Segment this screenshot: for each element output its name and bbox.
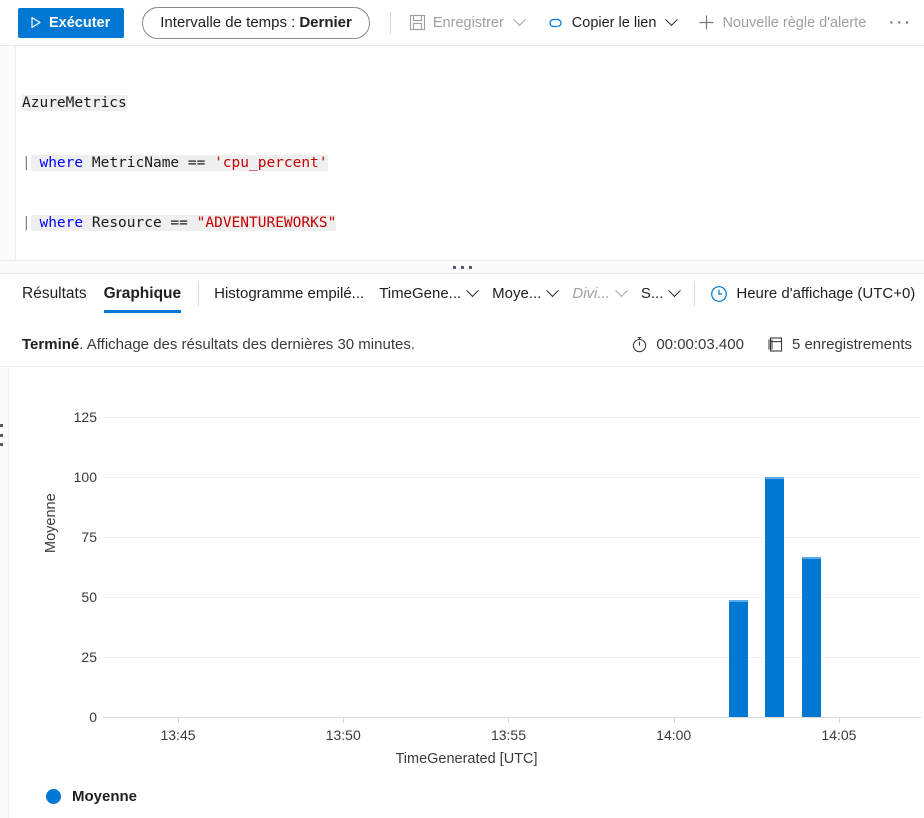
left-pane-resize-handle[interactable] <box>0 424 5 446</box>
legend-color-swatch <box>46 789 61 804</box>
status-detail: . Affichage des résultats des dernières … <box>79 335 415 353</box>
code-line-3: | where Resource == "ADVENTUREWORKS" <box>22 215 337 231</box>
x-axis-tick-label: 13:55 <box>490 727 526 743</box>
copy-link-label: Copier le lien <box>571 14 657 31</box>
more-commands-button[interactable]: ··· <box>882 13 917 32</box>
chart-bar[interactable] <box>802 556 822 717</box>
chevron-down-icon <box>546 284 560 298</box>
code-line-1: AzureMetrics <box>22 95 127 111</box>
run-query-label: Exécuter <box>49 14 111 31</box>
y-gridline <box>103 417 921 418</box>
clock-icon <box>710 285 728 303</box>
query-editor[interactable]: AzureMetrics | where MetricName == 'cpu_… <box>0 45 924 351</box>
chart-legend[interactable]: Moyenne <box>46 788 137 805</box>
y-axis-tick-label: 0 <box>89 709 97 725</box>
log-analytics-query-page: Exécuter Intervalle de temps : Dernier E… <box>0 0 924 818</box>
record-count-value: 5 enregistrements <box>791 335 912 353</box>
time-range-picker[interactable]: Intervalle de temps : Dernier <box>142 6 370 39</box>
time-range-prefix: Intervalle de temps : <box>160 14 296 31</box>
aggregation-selector[interactable]: S... <box>640 284 682 311</box>
chevron-down-icon <box>614 284 628 298</box>
query-status-bar: Terminé. Affichage des résultats des der… <box>0 322 924 366</box>
drag-dots-icon <box>452 265 472 269</box>
x-axis-tick-label: 14:00 <box>656 727 692 743</box>
y-axis-tick-label: 50 <box>81 589 97 605</box>
records-icon <box>767 336 784 353</box>
x-axis-title: TimeGenerated [UTC] <box>395 751 538 767</box>
y-axis-tick-label: 25 <box>81 649 97 665</box>
link-chain-icon <box>546 15 565 31</box>
status-state: Terminé <box>22 335 80 353</box>
y-gridline <box>103 597 921 598</box>
y-gridline <box>103 537 921 538</box>
tab-chart[interactable]: Graphique <box>103 284 181 313</box>
y-axis-tick-label: 125 <box>73 409 97 425</box>
y-axis-tick-label: 100 <box>73 469 97 485</box>
query-duration-value: 00:00:03.400 <box>656 335 744 353</box>
x-axis-tick-label: 13:45 <box>160 727 196 743</box>
x-axis-tick-label: 13:50 <box>325 727 361 743</box>
legend-label: Moyenne <box>72 788 138 805</box>
split-by-label: Divi... <box>572 285 610 302</box>
y-gridline <box>103 657 921 658</box>
chart-type-selector[interactable]: Histogramme empilé... <box>214 285 364 311</box>
chart-container: Moyenne TimeGenerated [UTC] 0 25 50 75 100 12… <box>9 367 924 782</box>
status-metrics: 00:00:03.400 5 enregistrements <box>617 322 912 366</box>
save-label: Enregistrer <box>432 14 504 31</box>
editor-results-splitter[interactable] <box>0 260 924 274</box>
chevron-down-icon <box>665 13 679 27</box>
plus-icon <box>698 14 715 31</box>
tabbar-divider-2 <box>694 281 696 306</box>
x-axis-selector[interactable]: TimeGene... <box>379 284 480 311</box>
command-toolbar: Exécuter Intervalle de temps : Dernier E… <box>0 0 924 45</box>
display-time-label: Heure d'affichage (UTC+0) <box>736 285 916 302</box>
y-gridline <box>103 717 921 718</box>
chart-plot[interactable]: Moyenne TimeGenerated [UTC] 0 25 50 75 100 12… <box>9 367 924 782</box>
split-by-selector[interactable]: Divi... <box>572 284 628 311</box>
y-axis-label: Moye... <box>492 285 542 302</box>
play-icon <box>29 16 42 29</box>
chevron-down-icon <box>512 13 526 27</box>
x-axis-tick-mark <box>838 717 840 723</box>
x-axis-tick-label: 14:05 <box>821 727 857 743</box>
query-duration: 00:00:03.400 <box>631 336 744 353</box>
run-query-button[interactable]: Exécuter <box>18 7 125 38</box>
x-axis-label: TimeGene... <box>379 285 462 302</box>
new-alert-rule-button[interactable]: Nouvelle règle d'alerte <box>694 10 870 35</box>
toolbar-divider <box>389 11 391 34</box>
status-message: Terminé. Affichage des résultats des der… <box>22 336 415 353</box>
time-range-value: Dernier <box>299 14 352 31</box>
record-count: 5 enregistrements <box>767 336 912 353</box>
code-line-2: | where MetricName == 'cpu_percent' <box>22 155 328 171</box>
chart-bar[interactable] <box>765 477 785 717</box>
new-alert-rule-label: Nouvelle règle d'alerte <box>722 14 867 31</box>
tab-results[interactable]: Résultats <box>22 284 87 313</box>
save-disk-icon <box>409 14 426 31</box>
chart-bar[interactable] <box>728 599 748 717</box>
x-axis-tick-mark <box>508 717 510 723</box>
tabbar-divider <box>198 281 200 306</box>
aggregation-label: S... <box>640 285 664 302</box>
editor-gutter <box>0 46 16 260</box>
display-time-button[interactable]: Heure d'affichage (UTC+0) <box>710 285 915 312</box>
chevron-down-icon <box>466 284 480 298</box>
copy-link-button[interactable]: Copier le lien <box>542 11 681 35</box>
chevron-down-icon <box>668 284 682 298</box>
x-axis-tick-mark <box>343 717 345 723</box>
save-button[interactable]: Enregistrer <box>405 10 528 35</box>
y-axis-selector[interactable]: Moye... <box>492 284 560 311</box>
results-tabbar: Résultats Graphique Histogramme empilé..… <box>0 274 924 322</box>
y-axis-tick-label: 75 <box>81 529 97 545</box>
x-axis-tick-mark <box>673 717 675 723</box>
chart-type-label: Histogramme empilé... <box>214 285 365 302</box>
y-gridline <box>103 477 921 478</box>
stopwatch-icon <box>631 336 648 353</box>
x-axis-tick-mark <box>178 717 179 723</box>
